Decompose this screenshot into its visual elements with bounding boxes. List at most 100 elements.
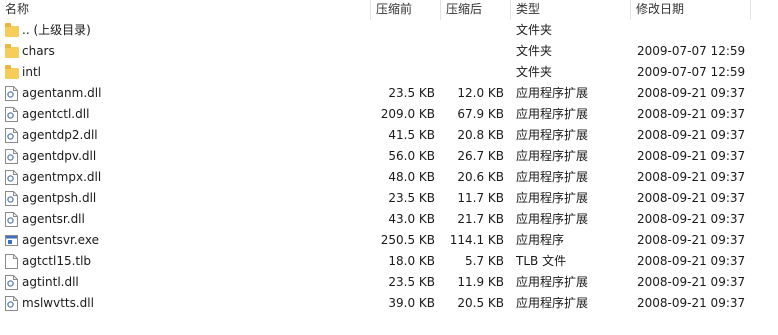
column-header-bar: 名称 压缩前 压缩后 类型 修改日期 (0, 0, 778, 20)
file-row[interactable]: agentpsh.dll 23.5 KB 11.7 KB 应用程序扩展 2008-09-… (0, 188, 778, 209)
folder-icon (5, 65, 19, 79)
file-name: agentctl.dll (22, 107, 90, 121)
original-size (372, 41, 435, 62)
file-type: TLB 文件 (516, 254, 567, 268)
column-divider[interactable] (510, 0, 511, 20)
dll-file-icon (5, 296, 18, 311)
file-type: 应用程序扩展 (516, 149, 589, 163)
column-divider[interactable] (750, 0, 751, 20)
modified-date: 2008-09-21 09:37 (637, 254, 746, 268)
folder-icon (5, 23, 19, 37)
file-type: 应用程序扩展 (516, 107, 589, 121)
generic-file-icon (5, 254, 18, 269)
file-type: 应用程序扩展 (516, 296, 589, 310)
modified-date: 2008-09-21 09:37 (637, 170, 746, 184)
file-type: 文件夹 (516, 65, 553, 79)
original-size (372, 20, 435, 41)
column-header-modified[interactable]: 修改日期 (633, 0, 749, 20)
file-type: 应用程序扩展 (516, 86, 589, 100)
file-name: agentpsh.dll (22, 191, 97, 205)
column-header-name[interactable]: 名称 (2, 0, 370, 20)
column-header-type[interactable]: 类型 (513, 0, 629, 20)
file-name: agentmpx.dll (22, 170, 102, 184)
file-row[interactable]: agentdpv.dll 56.0 KB 26.7 KB 应用程序扩展 2008-09-… (0, 146, 778, 167)
original-size: 56.0 KB (388, 149, 435, 163)
modified-date: 2008-09-21 09:37 (637, 149, 746, 163)
compressed-size: 11.7 KB (457, 191, 504, 205)
column-divider[interactable] (440, 0, 441, 20)
file-type: 应用程序扩展 (516, 212, 589, 226)
file-row[interactable]: agentctl.dll 209.0 KB 67.9 KB 应用程序扩展 2008-09… (0, 104, 778, 125)
file-type: 文件夹 (516, 23, 553, 37)
file-row[interactable]: agentsvr.exe 250.5 KB 114.1 KB 应用程序 2008-09-… (0, 230, 778, 251)
column-header-original-size[interactable]: 压缩前 (373, 0, 439, 20)
file-name: mslwvtts.dll (22, 296, 94, 310)
dll-file-icon (5, 128, 18, 143)
original-size: 250.5 KB (380, 233, 435, 247)
modified-date (637, 20, 775, 41)
compressed-size: 20.8 KB (457, 128, 504, 142)
compressed-size: 21.7 KB (457, 212, 504, 226)
modified-date: 2008-09-21 09:37 (637, 296, 746, 310)
modified-date: 2009-07-07 12:59 (637, 44, 746, 58)
file-row[interactable]: agentmpx.dll 48.0 KB 20.6 KB 应用程序扩展 2008-09-… (0, 167, 778, 188)
file-row[interactable]: agentdp2.dll 41.5 KB 20.8 KB 应用程序扩展 2008-09-… (0, 125, 778, 146)
dll-file-icon (5, 191, 18, 206)
compressed-size (440, 41, 504, 62)
file-row[interactable]: agtintl.dll 23.5 KB 11.9 KB 应用程序扩展 2008-09-2… (0, 272, 778, 293)
modified-date: 2008-09-21 09:37 (637, 128, 746, 142)
file-type: 文件夹 (516, 44, 553, 58)
file-row[interactable]: agtctl15.tlb 18.0 KB 5.7 KB TLB 文件 2008-09-2… (0, 251, 778, 272)
original-size: 39.0 KB (388, 296, 435, 310)
file-type: 应用程序扩展 (516, 128, 589, 142)
original-size: 41.5 KB (388, 128, 435, 142)
compressed-size: 5.7 KB (465, 254, 504, 268)
file-row[interactable]: mslwvtts.dll 39.0 KB 20.5 KB 应用程序扩展 2008-09-… (0, 293, 778, 314)
compressed-size: 12.0 KB (457, 86, 504, 100)
compressed-size: 114.1 KB (449, 233, 504, 247)
file-type: 应用程序扩展 (516, 170, 589, 184)
modified-date: 2008-09-21 09:37 (637, 191, 746, 205)
folder-icon (5, 44, 19, 58)
file-type: 应用程序扩展 (516, 275, 589, 289)
column-divider[interactable] (630, 0, 631, 20)
original-size: 23.5 KB (388, 275, 435, 289)
dll-file-icon (5, 170, 18, 185)
original-size: 23.5 KB (388, 86, 435, 100)
column-header-compressed-size[interactable]: 压缩后 (443, 0, 509, 20)
file-row[interactable]: chars 文件夹 2009-07-07 12:59 (0, 41, 778, 62)
column-divider[interactable] (370, 0, 371, 20)
exe-file-icon (5, 235, 18, 246)
file-row[interactable]: intl 文件夹 2009-07-07 12:59 (0, 62, 778, 83)
file-name: agentsr.dll (22, 212, 85, 226)
file-type: 应用程序 (516, 233, 565, 247)
original-size: 23.5 KB (388, 191, 435, 205)
compressed-size: 11.9 KB (457, 275, 504, 289)
file-name: .. (上级目录) (22, 23, 91, 37)
compressed-size: 67.9 KB (457, 107, 504, 121)
file-row[interactable]: .. (上级目录) 文件夹 (0, 20, 778, 41)
modified-date: 2009-07-07 12:59 (637, 65, 746, 79)
original-size: 48.0 KB (388, 170, 435, 184)
compressed-size (440, 20, 504, 41)
dll-file-icon (5, 275, 18, 290)
modified-date: 2008-09-21 09:37 (637, 212, 746, 226)
file-name: agtctl15.tlb (22, 254, 92, 268)
modified-date: 2008-09-21 09:37 (637, 107, 746, 121)
file-row[interactable]: agentanm.dll 23.5 KB 12.0 KB 应用程序扩展 2008-09-… (0, 83, 778, 104)
dll-file-icon (5, 149, 18, 164)
file-row[interactable]: agentsr.dll 43.0 KB 21.7 KB 应用程序扩展 2008-09-2… (0, 209, 778, 230)
compressed-size: 20.5 KB (457, 296, 504, 310)
file-name: agentdp2.dll (22, 128, 98, 142)
file-name: intl (22, 65, 41, 79)
modified-date: 2008-09-21 09:37 (637, 275, 746, 289)
original-size: 18.0 KB (388, 254, 435, 268)
compressed-size: 20.6 KB (457, 170, 504, 184)
original-size: 43.0 KB (388, 212, 435, 226)
file-type: 应用程序扩展 (516, 191, 589, 205)
dll-file-icon (5, 86, 18, 101)
file-name: agtintl.dll (22, 275, 79, 289)
dll-file-icon (5, 107, 18, 122)
file-name: agentdpv.dll (22, 149, 97, 163)
dll-file-icon (5, 212, 18, 227)
